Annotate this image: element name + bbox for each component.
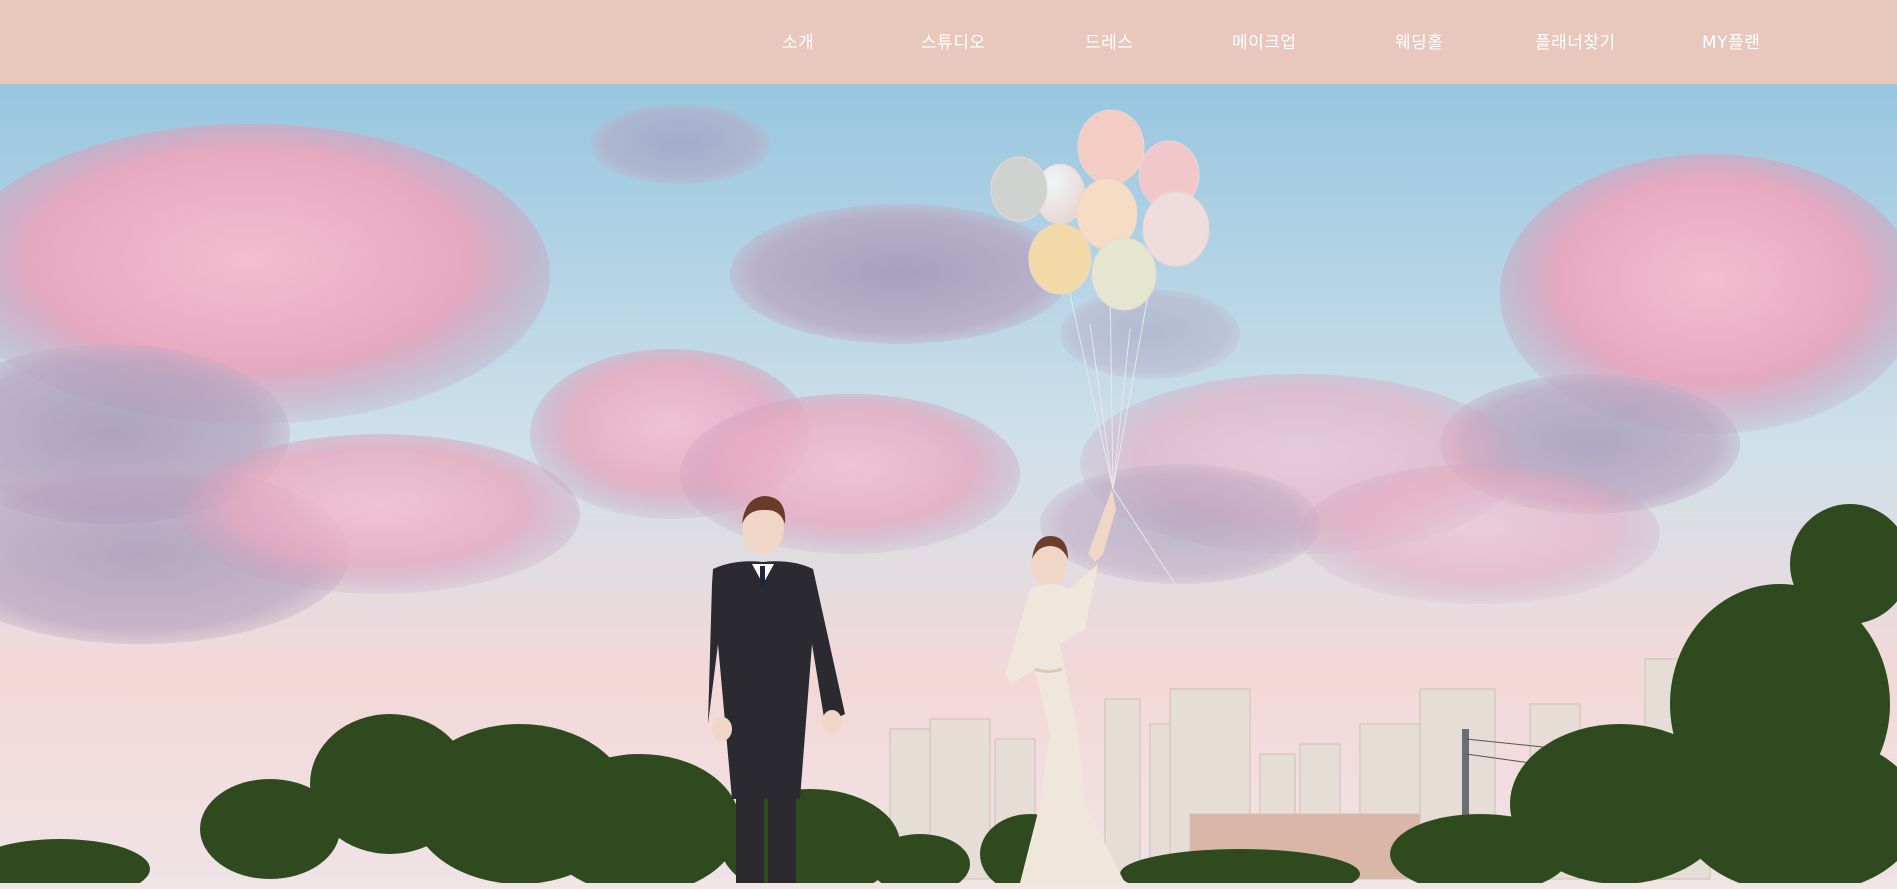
nav-item-makeup[interactable]: 메이크업 — [1232, 28, 1297, 53]
hero-banner — [0, 84, 1897, 883]
main-nav: 소개 스튜디오 드레스 메이크업 웨딩홀 플래너찾기 MY플랜 — [0, 0, 1897, 84]
nav-item-find-planner[interactable]: 플래너찾기 — [1535, 28, 1616, 53]
nav-item-about[interactable]: 소개 — [782, 28, 814, 53]
nav-item-studio[interactable]: 스튜디오 — [921, 28, 986, 53]
hero-bottom-strip — [0, 883, 1897, 889]
hero-wedding-photo — [0, 84, 1897, 883]
nav-item-wedding-hall[interactable]: 웨딩홀 — [1395, 28, 1443, 53]
nav-item-dress[interactable]: 드레스 — [1085, 28, 1133, 53]
site-header: 소개 스튜디오 드레스 메이크업 웨딩홀 플래너찾기 MY플랜 — [0, 0, 1897, 84]
nav-item-my-plan[interactable]: MY플랜 — [1702, 28, 1760, 53]
